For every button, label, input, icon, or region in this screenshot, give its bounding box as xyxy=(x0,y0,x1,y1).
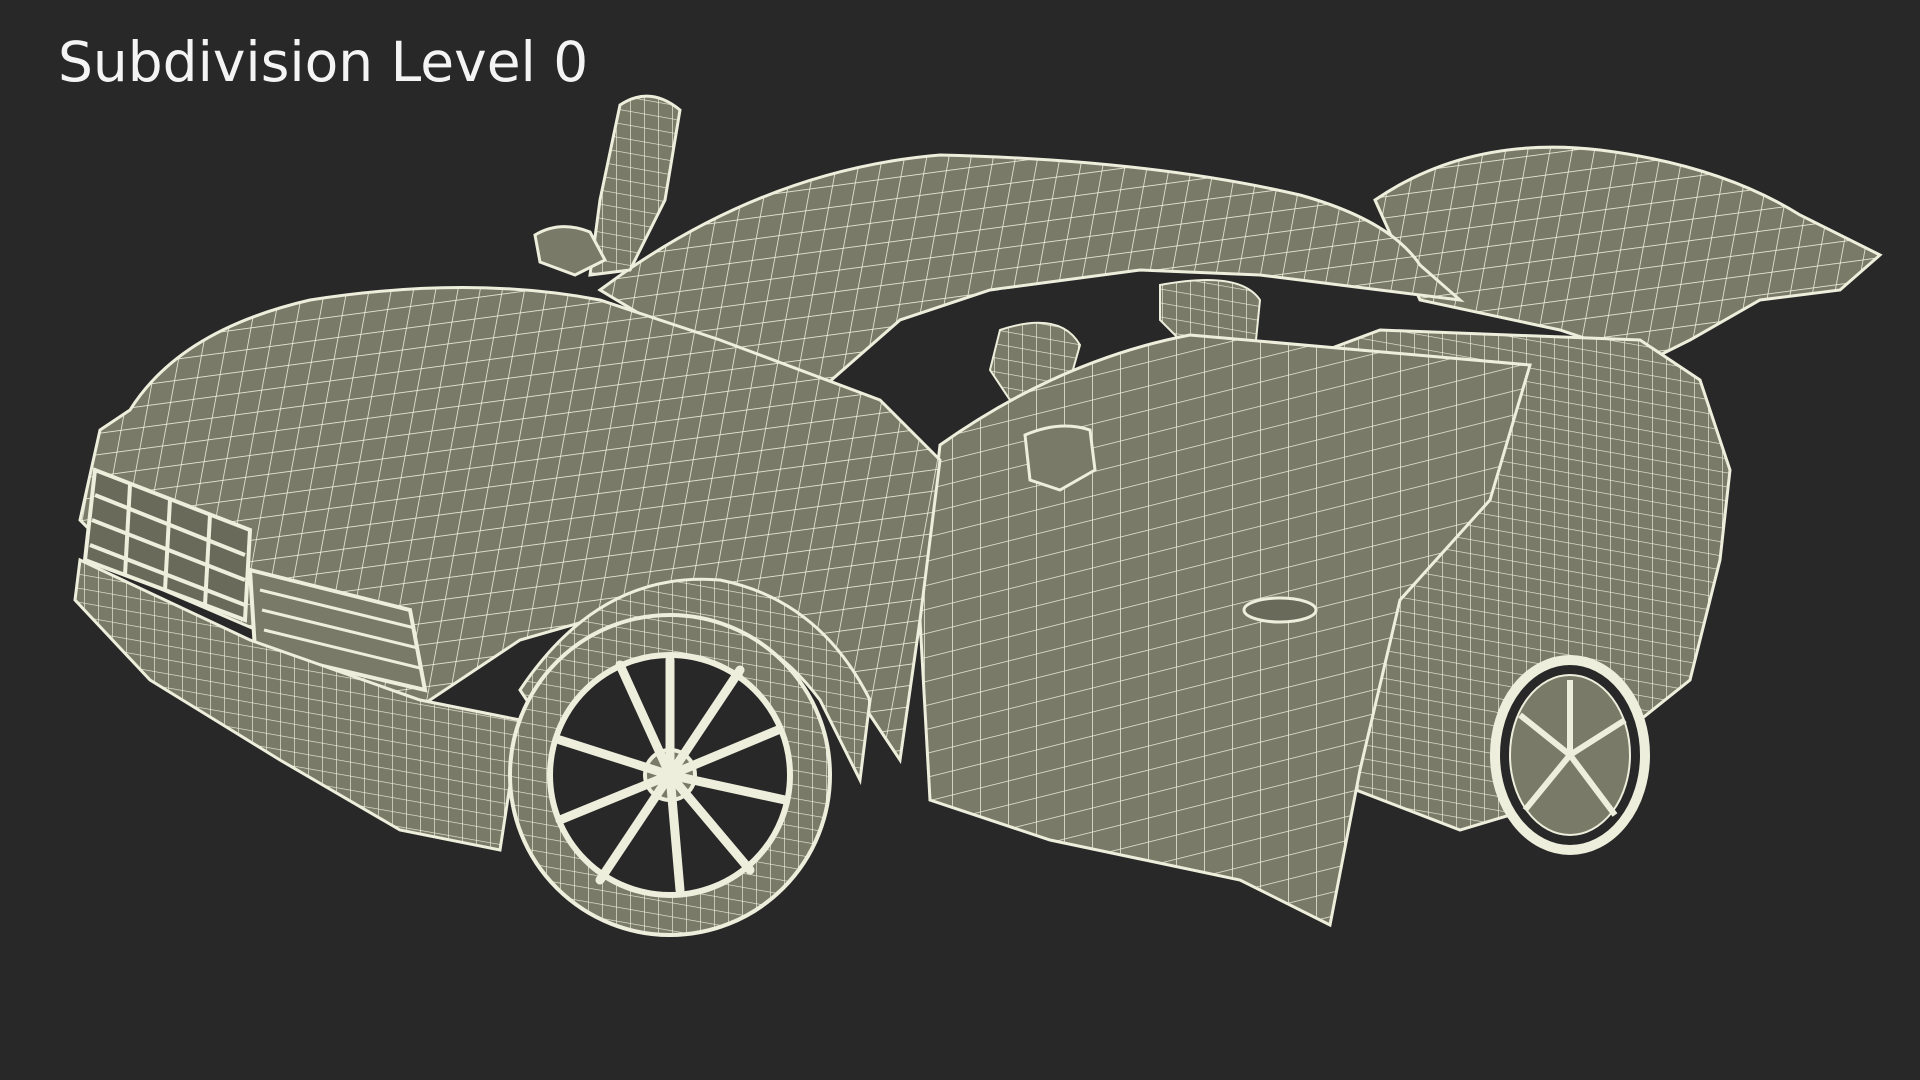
mirror-left xyxy=(533,94,682,277)
front-wheel xyxy=(508,613,832,937)
render-viewport: Subdivision Level 0 xyxy=(0,0,1920,1080)
subdivision-level-label: Subdivision Level 0 xyxy=(58,30,589,94)
car-wireframe-icon xyxy=(73,94,1883,937)
rear-wheel xyxy=(1490,655,1650,855)
rear-hatch xyxy=(1373,145,1883,362)
